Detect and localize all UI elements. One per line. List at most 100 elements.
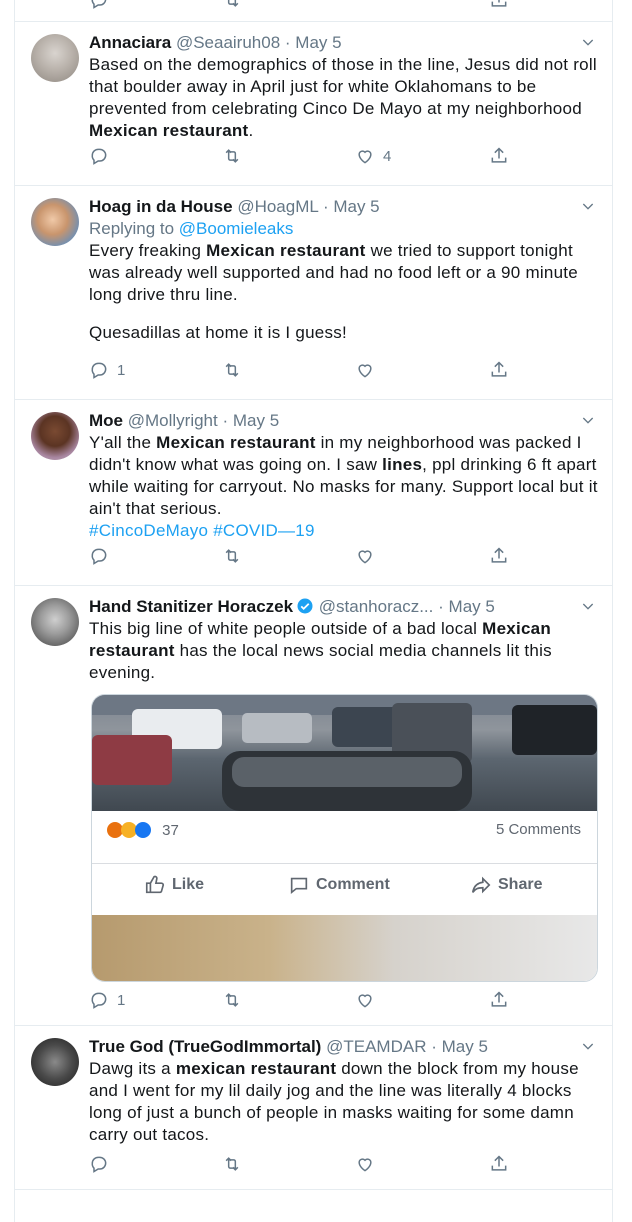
handle[interactable]: @Seaairuh08 <box>176 33 280 52</box>
tweet[interactable]: Annaciara @Seaairuh08 · May 5 Based on t… <box>15 22 612 186</box>
separator: · <box>222 411 229 430</box>
highlight: Mexican restaurant <box>89 121 249 140</box>
retweet-button[interactable] <box>222 144 242 168</box>
handle[interactable]: @Mollyright <box>128 411 218 430</box>
display-name[interactable]: True God (TrueGodImmortal) <box>89 1037 321 1056</box>
reply-button[interactable] <box>89 144 109 168</box>
like-button[interactable] <box>355 1152 375 1176</box>
retweet-icon <box>225 363 239 377</box>
reply-button[interactable] <box>89 544 109 568</box>
retweet-icon <box>225 149 239 163</box>
tweet-date[interactable]: May 5 <box>442 1037 488 1056</box>
tweet[interactable]: Hand Stanitizer Horaczek @stanhoracz... … <box>15 586 612 1026</box>
share-button[interactable] <box>489 988 509 1012</box>
reply-button[interactable] <box>89 1152 109 1176</box>
handle[interactable]: @HoagML <box>237 197 318 216</box>
handle[interactable]: @stanhoracz... <box>319 597 434 616</box>
tweet[interactable]: Moe @Mollyright · May 5 Y'all the Mexica… <box>15 400 612 586</box>
reply-button[interactable]: 1 <box>89 358 125 382</box>
facebook-stats: 37 5 Comments <box>106 821 581 843</box>
facebook-actions: Like Comment Share <box>92 863 597 904</box>
avatar[interactable] <box>31 1038 79 1086</box>
tweet[interactable]: True God (TrueGodImmortal) @TEAMDAR · Ma… <box>15 1026 612 1190</box>
hashtag-link[interactable]: #COVID—19 <box>213 521 314 540</box>
highlight: Mexican restaurant <box>156 433 316 452</box>
display-name[interactable]: Annaciara <box>89 33 171 52</box>
separator: · <box>431 1037 437 1056</box>
reply-icon <box>91 548 107 565</box>
reply-icon <box>91 362 107 379</box>
display-name[interactable]: Moe <box>89 411 123 430</box>
highlight: lines <box>382 455 423 474</box>
reaction-icons[interactable] <box>106 821 158 843</box>
avatar[interactable] <box>31 198 79 246</box>
retweet-button[interactable] <box>222 0 242 12</box>
separator: · <box>284 33 291 52</box>
avatar[interactable] <box>31 34 79 82</box>
like-icon <box>358 1158 372 1172</box>
tweet[interactable]: Hoag in da House @HoagML · May 5 Replyin… <box>15 186 612 400</box>
handle[interactable]: @TEAMDAR <box>326 1037 426 1056</box>
chevron-down-icon[interactable] <box>580 412 596 428</box>
interior-photo[interactable] <box>92 915 597 981</box>
reply-icon <box>91 148 107 165</box>
comments-count[interactable]: 5 Comments <box>496 821 581 838</box>
avatar[interactable] <box>31 598 79 646</box>
reaction-count[interactable]: 37 <box>162 822 179 839</box>
reply-icon <box>91 992 107 1009</box>
tweet-date[interactable]: May 5 <box>449 597 495 616</box>
reply-button[interactable] <box>89 0 109 12</box>
share-icon <box>491 547 507 563</box>
share-icon <box>491 991 507 1007</box>
share-button[interactable] <box>489 0 509 12</box>
reply-mention-link[interactable]: @Boomieleaks <box>179 219 294 238</box>
share-icon <box>491 361 507 377</box>
share-button[interactable] <box>489 1152 509 1176</box>
like-icon <box>358 994 372 1008</box>
share-button[interactable] <box>489 144 509 168</box>
replying-to: Replying to @Boomieleaks <box>89 219 294 238</box>
share-button[interactable] <box>489 358 509 382</box>
highlight: mexican restaurant <box>175 1059 337 1078</box>
separator: · <box>438 597 444 616</box>
fb-comment-button[interactable]: Comment <box>288 874 390 896</box>
like-count: 4 <box>383 147 392 165</box>
comment-icon <box>290 877 308 895</box>
chevron-down-icon[interactable] <box>580 1038 596 1054</box>
display-name[interactable]: Hand Stanitizer Horaczek <box>89 597 293 616</box>
retweet-button[interactable] <box>222 988 242 1012</box>
like-button[interactable]: 4 <box>355 144 391 168</box>
chevron-down-icon[interactable] <box>580 598 596 614</box>
fb-share-button[interactable]: Share <box>470 874 542 896</box>
like-button[interactable] <box>355 358 375 382</box>
tweet-date[interactable]: May 5 <box>233 411 279 430</box>
avatar[interactable] <box>31 412 79 460</box>
tweet-text-para2: Quesadillas at home it is I guess! <box>89 323 347 342</box>
like-button[interactable] <box>355 988 375 1012</box>
hashtag-link[interactable]: #CincoDeMayo <box>89 521 208 540</box>
retweet-icon <box>225 1157 239 1171</box>
reply-button[interactable]: 1 <box>89 988 125 1012</box>
chevron-down-icon[interactable] <box>580 198 596 214</box>
parking-lot-photo[interactable] <box>92 695 597 811</box>
retweet-icon <box>227 0 239 7</box>
display-name[interactable]: Hoag in da House <box>89 197 233 216</box>
tweet-text: Dawg its a mexican restaurant down the b… <box>89 1059 579 1144</box>
retweet-icon <box>225 993 239 1007</box>
retweet-button[interactable] <box>222 358 242 382</box>
embedded-media[interactable]: 37 5 Comments Like Comment Share <box>91 694 598 982</box>
tweet-date[interactable]: May 5 <box>295 33 341 52</box>
tweet-text: Every freaking Mexican restaurant we tri… <box>89 241 578 304</box>
tweet-partial-top <box>15 0 612 22</box>
like-button[interactable] <box>355 544 375 568</box>
tweet-date[interactable]: May 5 <box>333 197 379 216</box>
fb-like-button[interactable]: Like <box>144 874 204 896</box>
like-icon <box>358 364 372 378</box>
share-button[interactable] <box>489 544 509 568</box>
like-icon <box>358 550 372 564</box>
retweet-button[interactable] <box>222 1152 242 1176</box>
share-icon <box>491 0 507 7</box>
chevron-down-icon[interactable] <box>580 34 596 50</box>
retweet-button[interactable] <box>222 544 242 568</box>
verified-badge-icon <box>297 598 313 614</box>
